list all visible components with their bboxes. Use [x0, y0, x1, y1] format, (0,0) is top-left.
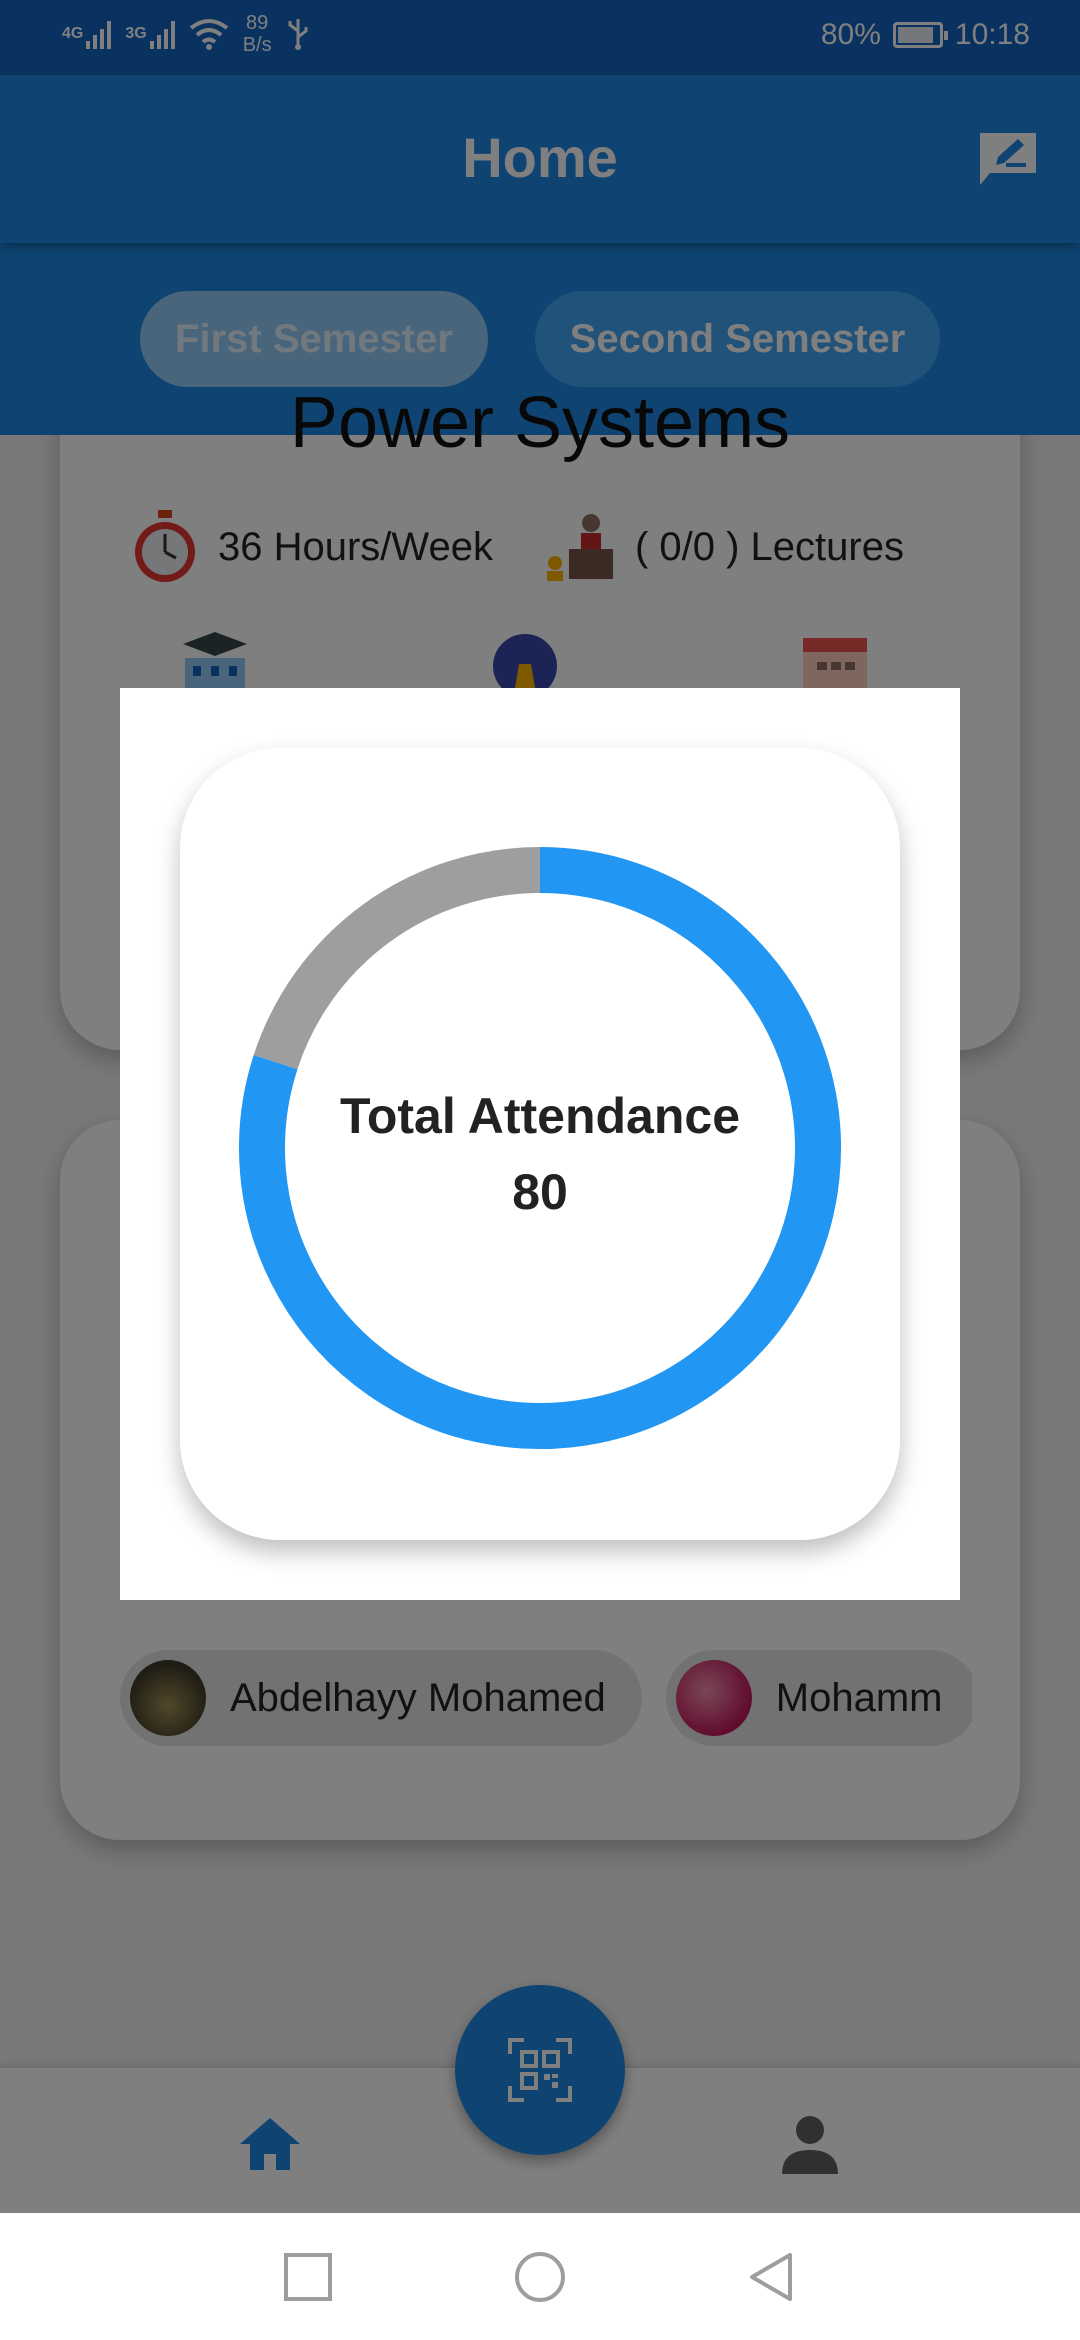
chart-center-label: Total Attendance 80 [180, 1078, 900, 1230]
attendance-chart-card: Total Attendance 80 [180, 748, 900, 1540]
donut-slice-remaining [253, 847, 541, 1070]
recents-icon[interactable] [280, 2249, 336, 2305]
total-attendance-value: 80 [512, 1164, 568, 1220]
system-navigation-bar [0, 2213, 1080, 2340]
back-icon[interactable] [744, 2249, 800, 2305]
total-attendance-label: Total Attendance [339, 1088, 741, 1144]
attendance-dialog: Total Attendance 80 [120, 688, 960, 1600]
home-circle-icon[interactable] [512, 2249, 568, 2305]
